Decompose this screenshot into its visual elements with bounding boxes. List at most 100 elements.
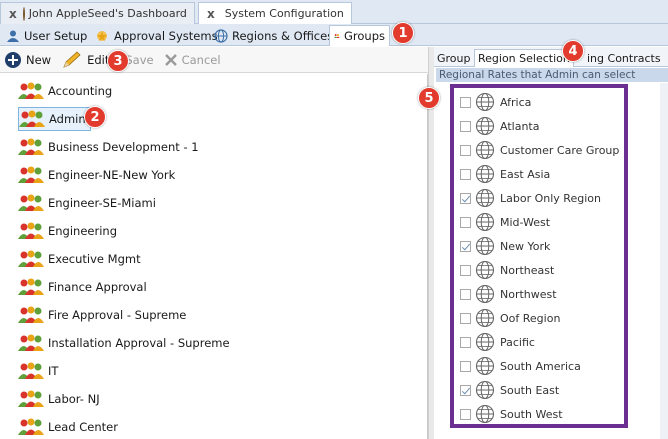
checkbox[interactable]	[460, 360, 471, 372]
checkbox[interactable]	[460, 144, 471, 156]
globe-icon	[475, 404, 495, 424]
list-item[interactable]: IT	[18, 359, 58, 383]
tab-regions-offices[interactable]: Regions & Offices	[210, 25, 337, 46]
tab-dashboard[interactable]: x John AppleSeed's Dashboard	[0, 2, 195, 24]
region-label: Mid-West	[500, 215, 551, 229]
checkbox[interactable]	[460, 96, 471, 108]
new-button[interactable]: New	[4, 51, 51, 69]
list-item-label: Fire Approval - Supreme	[48, 308, 187, 322]
checkbox-checked[interactable]	[460, 240, 471, 252]
callout-badge: 2	[84, 106, 106, 128]
tab-contracts[interactable]: ing Contracts	[584, 49, 664, 67]
list-item-selected[interactable]: Admin	[18, 107, 91, 131]
region-item[interactable]: Northeast	[460, 258, 554, 282]
document-tab-strip: x John AppleSeed's Dashboard x System Co…	[0, 0, 668, 24]
checkbox[interactable]	[460, 336, 471, 348]
tab-groups-label: Groups	[343, 29, 385, 43]
checkbox[interactable]	[460, 216, 471, 228]
tab-approval-systems[interactable]: Approval Systems	[90, 25, 222, 46]
globe-icon	[475, 380, 495, 400]
list-item[interactable]: Engineer-SE-Miami	[18, 191, 156, 215]
region-item[interactable]: East Asia	[460, 162, 550, 186]
checkbox[interactable]	[460, 312, 471, 324]
region-item[interactable]: Mid-West	[460, 210, 550, 234]
globe-icon	[475, 260, 495, 280]
globe-icon	[475, 284, 495, 304]
region-item[interactable]: South West	[460, 402, 563, 426]
tab-user-setup[interactable]: User Setup	[2, 25, 91, 46]
list-item-label: Business Development - 1	[48, 140, 199, 154]
tab-dashboard-label: John AppleSeed's Dashboard	[28, 7, 187, 20]
list-item[interactable]: Engineering	[18, 219, 117, 243]
tab-group[interactable]: Group	[434, 49, 474, 67]
scrollbar[interactable]	[660, 83, 668, 439]
save-button[interactable]: Save	[125, 53, 153, 67]
region-item[interactable]: Labor Only Region	[460, 186, 601, 210]
checkbox[interactable]	[460, 120, 471, 132]
new-button-label: New	[26, 52, 52, 67]
region-item[interactable]: Northwest	[460, 282, 557, 306]
region-label: Pacific	[500, 335, 535, 349]
region-label: Labor Only Region	[500, 191, 601, 205]
globe-icon	[475, 188, 495, 208]
region-item[interactable]: South America	[460, 354, 581, 378]
region-item[interactable]: Customer Care Group	[460, 138, 619, 162]
tab-user-setup-label: User Setup	[24, 28, 88, 43]
list-item-label: Installation Approval - Supreme	[48, 336, 230, 350]
close-tab-icon[interactable]: x	[207, 7, 215, 21]
checkbox[interactable]	[460, 288, 471, 300]
tab-groups[interactable]: Groups	[329, 25, 390, 46]
checkbox[interactable]	[460, 264, 471, 276]
user-avatar-icon	[22, 6, 25, 21]
close-tab-icon[interactable]: x	[9, 7, 17, 21]
region-label: South West	[500, 407, 563, 421]
list-item[interactable]: Business Development - 1	[18, 135, 199, 159]
group-icon	[18, 362, 44, 379]
group-icon	[18, 194, 44, 211]
group-icon	[334, 34, 340, 38]
callout-badge: 1	[392, 22, 414, 44]
group-icon	[18, 390, 44, 407]
region-item[interactable]: Pacific	[460, 330, 535, 354]
callout-badge: 4	[562, 40, 584, 62]
tab-region-selection[interactable]: Region Selection	[474, 49, 574, 67]
callout-badge: 5	[418, 87, 440, 109]
list-item[interactable]: Fire Approval - Supreme	[18, 303, 186, 327]
edit-button[interactable]: Edit	[61, 50, 109, 70]
list-item[interactable]: Finance Approval	[18, 275, 147, 299]
tab-system-configuration-label: System Configuration	[224, 7, 344, 20]
globe-icon	[214, 28, 228, 43]
region-item[interactable]: South East	[460, 378, 559, 402]
region-label: Africa	[500, 95, 532, 109]
cancel-button-label: Cancel	[181, 52, 221, 67]
list-item[interactable]: Executive Mgmt	[18, 247, 141, 271]
region-item[interactable]: New York	[460, 234, 550, 258]
region-label: East Asia	[500, 167, 551, 181]
list-item[interactable]: Engineer-NE-New York	[18, 163, 175, 187]
list-item-label: Finance Approval	[48, 280, 147, 294]
list-item[interactable]: Installation Approval - Supreme	[18, 331, 230, 355]
region-item[interactable]: Atlanta	[460, 114, 539, 138]
group-detail-panel: Group Region Selection ing Contracts Reg…	[434, 47, 668, 439]
list-item[interactable]: Accounting	[18, 79, 112, 103]
group-icon	[18, 334, 44, 351]
region-item[interactable]: Oof Region	[460, 306, 560, 330]
tab-system-configuration[interactable]: x System Configuration	[198, 2, 352, 24]
list-item[interactable]: Labor- NJ	[18, 387, 100, 411]
checkbox[interactable]	[460, 168, 471, 180]
cancel-button[interactable]: Cancel	[164, 53, 221, 67]
region-label: New York	[500, 239, 551, 253]
list-item-label: IT	[48, 364, 59, 378]
region-label: Customer Care Group	[500, 143, 620, 157]
list-item-label: Accounting	[48, 84, 113, 98]
list-item[interactable]: Lead Center	[18, 415, 118, 439]
globe-icon	[475, 164, 495, 184]
globe-icon	[475, 236, 495, 256]
group-icon	[18, 306, 44, 323]
checkbox-checked[interactable]	[460, 192, 471, 204]
checkbox-checked[interactable]	[460, 384, 471, 396]
globe-icon	[475, 92, 495, 112]
region-label: Oof Region	[500, 311, 561, 325]
checkbox[interactable]	[460, 408, 471, 420]
region-item[interactable]: Africa	[460, 90, 531, 114]
